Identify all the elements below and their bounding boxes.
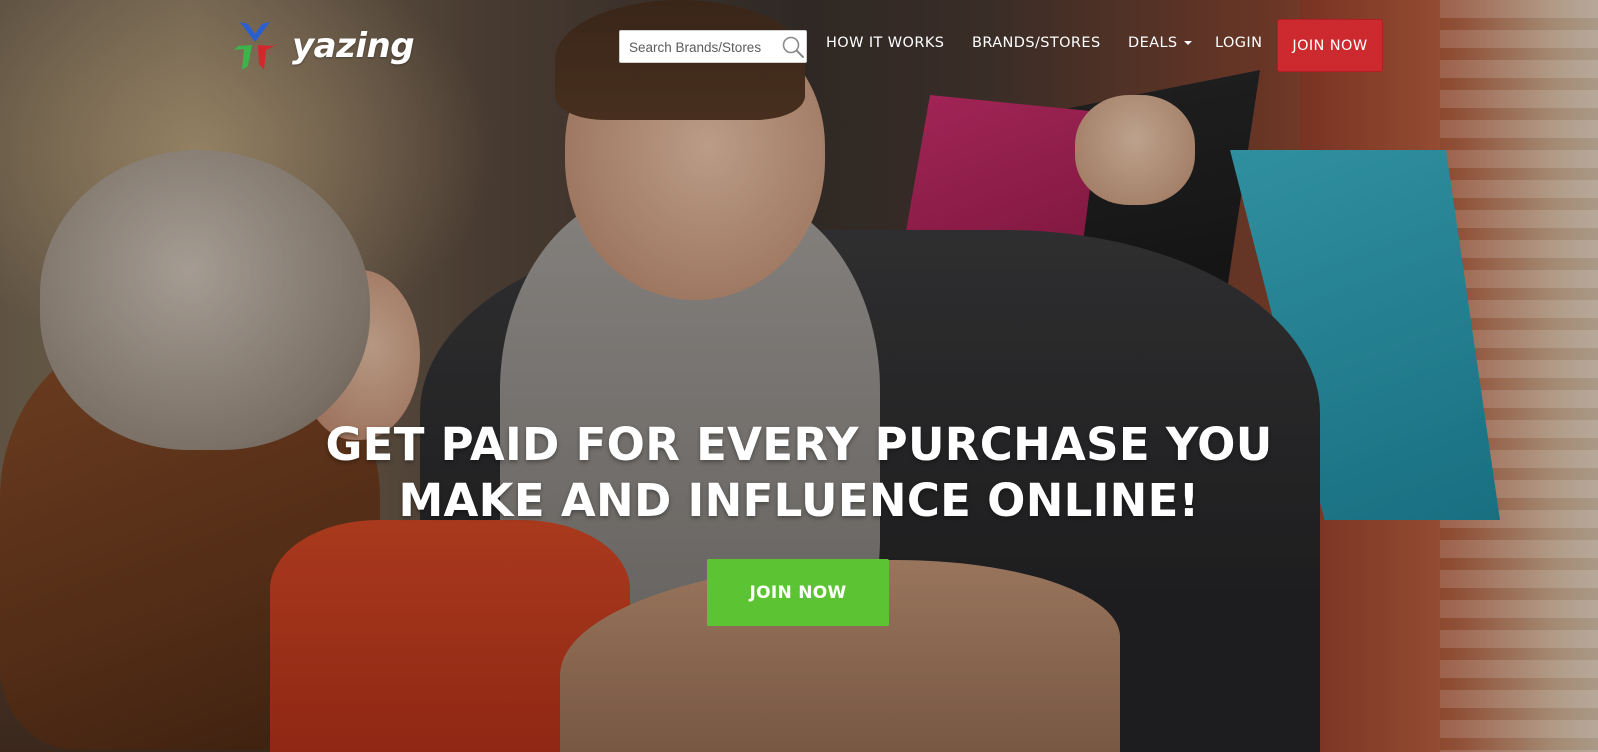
search-icon[interactable] (781, 35, 805, 59)
nav-deals-dropdown[interactable]: DEALS (1128, 35, 1192, 51)
search-box[interactable] (619, 30, 807, 63)
nav-deals-label: DEALS (1128, 35, 1178, 51)
caret-down-icon (1183, 41, 1192, 45)
hero-overlay (0, 0, 1598, 752)
nav-how-it-works[interactable]: HOW IT WORKS (826, 35, 944, 51)
hero-background (0, 0, 1598, 752)
hero-headline-line-2: MAKE AND INFLUENCE ONLINE! (398, 474, 1200, 527)
hero-headline: GET PAID FOR EVERY PURCHASE YOU MAKE AND… (200, 417, 1398, 529)
brand-name: yazing (292, 26, 415, 66)
nav-login[interactable]: LOGIN (1215, 35, 1262, 51)
search-input[interactable] (629, 37, 777, 57)
join-now-cta-button[interactable]: JOIN NOW (707, 559, 889, 626)
join-now-nav-button[interactable]: JOIN NOW (1277, 19, 1383, 72)
hero-headline-line-1: GET PAID FOR EVERY PURCHASE YOU (325, 418, 1273, 471)
nav-brands-stores[interactable]: BRANDS/STORES (972, 35, 1101, 51)
yazing-logo-icon (234, 22, 278, 70)
brand-logo[interactable]: yazing (226, 18, 416, 78)
